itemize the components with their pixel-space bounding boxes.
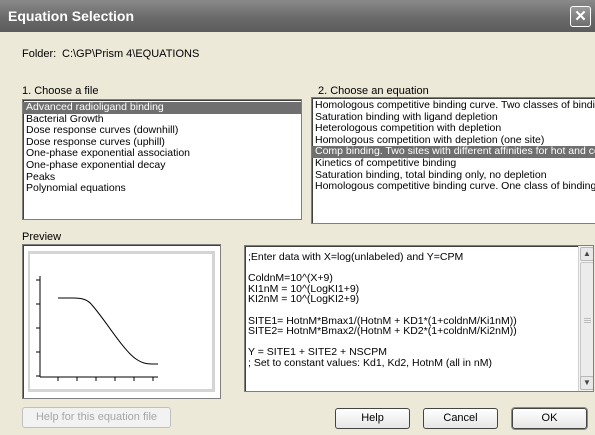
scroll-up-icon: ▲ (583, 249, 591, 258)
equation-text-area[interactable]: ;Enter data with X=log(unlabeled) and Y=… (244, 245, 594, 392)
ok-button[interactable]: OK (512, 408, 587, 429)
equation-list-items: Homologous competitive binding curve. Tw… (312, 98, 595, 193)
folder-label: Folder: (22, 48, 57, 60)
preview-panel (22, 244, 221, 399)
window-title: Equation Selection (8, 8, 135, 24)
cancel-button[interactable]: Cancel (423, 408, 498, 429)
file-list-item[interactable]: Polynomial equations (23, 183, 301, 195)
equation-list-label: 2. Choose an equation (318, 85, 429, 97)
file-list[interactable]: Advanced radioligand binding Bacterial G… (22, 99, 302, 220)
help-file-button[interactable]: Help for this equation file (22, 407, 171, 428)
preview-graph (30, 254, 212, 389)
equation-scrollbar[interactable]: ▲ ▼ (578, 246, 593, 391)
equation-list[interactable]: Homologous competitive binding curve. Tw… (311, 97, 595, 224)
title-bar: Equation Selection ✕ (0, 0, 595, 32)
scroll-down-button[interactable]: ▼ (580, 376, 593, 390)
close-icon: ✕ (574, 8, 587, 25)
help-button[interactable]: Help (335, 408, 410, 429)
folder-path: C:\GP\Prism 4\EQUATIONS (62, 48, 200, 60)
equation-list-item[interactable]: Kinetics of competitive binding (312, 157, 595, 170)
file-list-items: Advanced radioligand binding Bacterial G… (23, 100, 301, 195)
file-list-label: 1. Choose a file (22, 85, 99, 97)
equation-list-item[interactable]: Homologous competitive binding curve. Tw… (312, 99, 595, 112)
close-button[interactable]: ✕ (570, 6, 591, 27)
preview-canvas (28, 251, 215, 392)
equation-code: ;Enter data with X=log(unlabeled) and Y=… (248, 251, 517, 369)
file-list-item[interactable]: Advanced radioligand binding (23, 101, 301, 114)
preview-plot-area (30, 254, 212, 389)
preview-label: Preview (22, 231, 62, 243)
file-list-item[interactable]: One-phase exponential decay (23, 159, 301, 172)
equation-list-item[interactable]: Homologous competitive binding curve. On… (312, 181, 595, 193)
scroll-up-button[interactable]: ▲ (580, 247, 593, 261)
scroll-down-icon: ▼ (583, 378, 591, 387)
scroll-thumb[interactable] (580, 262, 593, 380)
